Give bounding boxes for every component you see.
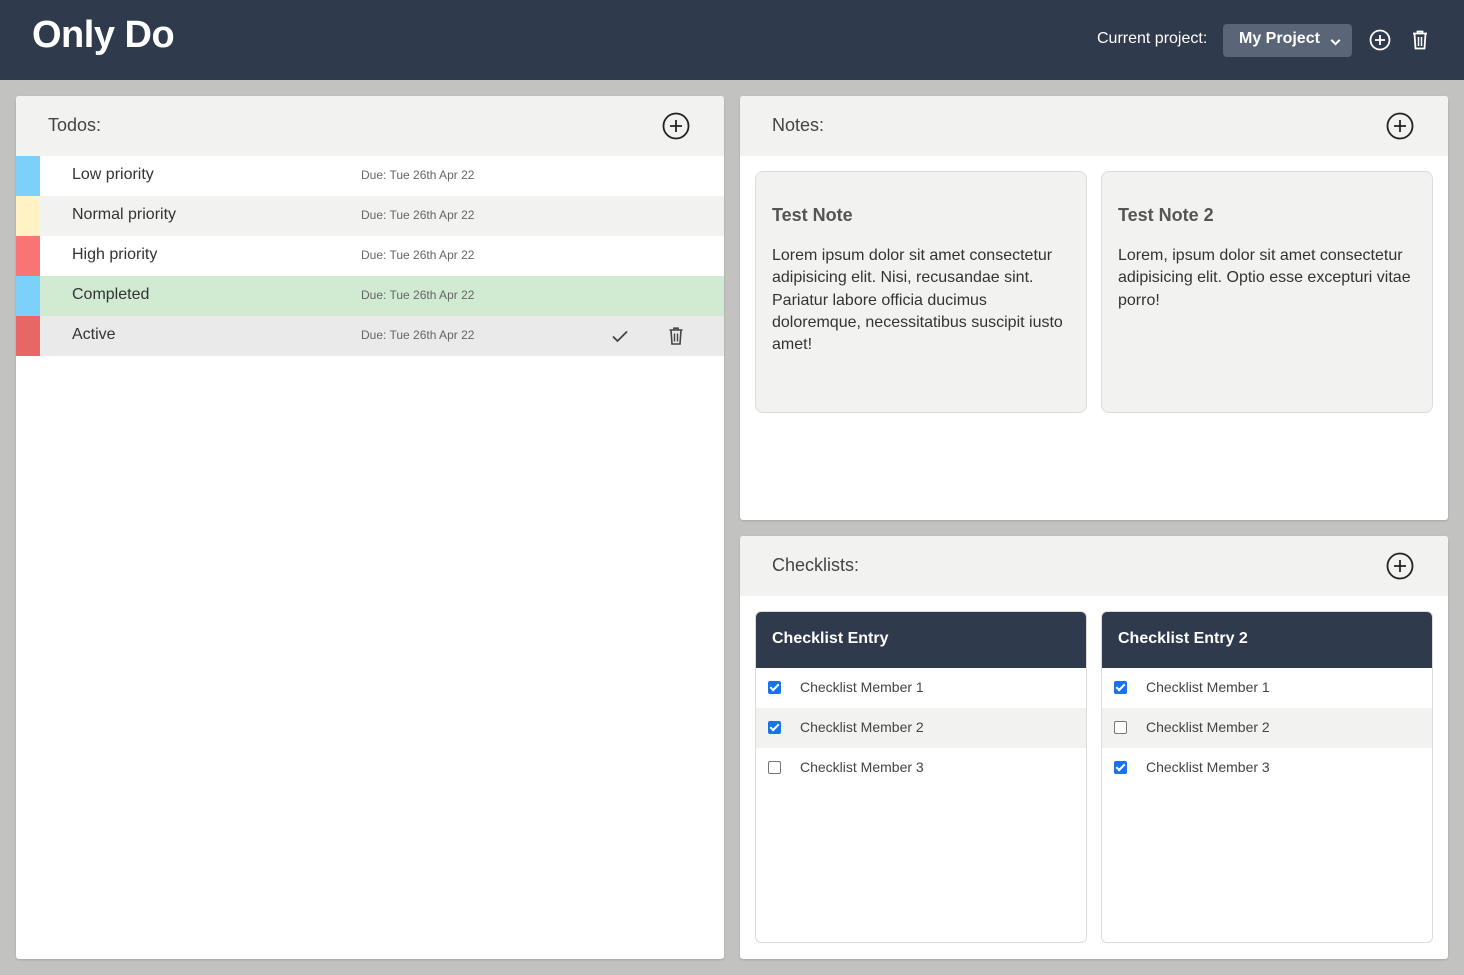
add-project-icon[interactable] [1369, 29, 1391, 51]
checklist-member-label: Checklist Member 3 [1146, 759, 1270, 775]
todo-row[interactable]: Completed Due: Tue 26th Apr 22 [16, 276, 724, 316]
notes-panel: Notes: Test Note Lorem ipsum dolor sit a… [740, 96, 1448, 520]
checklists-panel-header: Checklists: [740, 536, 1448, 596]
todo-due-date: Due: Tue 26th Apr 22 [361, 248, 475, 262]
checklists-title: Checklists: [772, 555, 860, 575]
priority-indicator [16, 316, 40, 356]
note-card[interactable]: Test Note 2 Lorem, ipsum dolor sit amet … [1101, 171, 1433, 413]
todo-due-date: Due: Tue 26th Apr 22 [361, 288, 475, 302]
todos-title: Todos: [48, 115, 102, 135]
checklist-header: Checklist Entry 2 [1102, 612, 1432, 668]
todo-title: Low priority [72, 166, 154, 183]
delete-project-icon[interactable] [1409, 29, 1431, 51]
checklist-member: Checklist Member 3 [1102, 748, 1432, 788]
checklist-member-label: Checklist Member 1 [1146, 679, 1270, 695]
note-body: Lorem, ipsum dolor sit amet consectetur … [1118, 247, 1411, 309]
checklist-member-label: Checklist Member 3 [800, 759, 924, 775]
priority-indicator [16, 196, 40, 236]
note-title: Test Note 2 [1118, 205, 1214, 225]
todo-due-date: Due: Tue 26th Apr 22 [361, 208, 475, 222]
note-body: Lorem ipsum dolor sit amet consectetur a… [772, 247, 1063, 354]
add-checklist-icon[interactable] [1386, 552, 1414, 580]
top-bar: Only Do Current project: My Project [0, 0, 1464, 80]
checklist-title: Checklist Entry 2 [1118, 630, 1248, 647]
note-card[interactable]: Test Note Lorem ipsum dolor sit amet con… [755, 171, 1087, 413]
checkbox-checked[interactable] [768, 721, 781, 734]
project-select-value: My Project [1239, 30, 1320, 47]
project-select[interactable]: My Project [1223, 24, 1352, 57]
checklist-header: Checklist Entry [756, 612, 1086, 668]
todos-panel-header: Todos: [16, 96, 724, 156]
checkbox-unchecked[interactable] [1114, 721, 1127, 734]
checkbox-checked[interactable] [1114, 761, 1127, 774]
note-title: Test Note [772, 205, 853, 225]
app-title: Only Do [32, 14, 175, 56]
checklists-panel: Checklists: Checklist Entry Checklist Mem… [740, 536, 1448, 959]
delete-todo-icon[interactable] [666, 326, 686, 346]
todos-panel: Todos: Low priority Due: Tue 26th Apr 22 N… [16, 96, 724, 959]
checkbox-checked[interactable] [1114, 681, 1127, 694]
notes-panel-header: Notes: [740, 96, 1448, 156]
checklist-member: Checklist Member 2 [1102, 708, 1432, 748]
todo-title: High priority [72, 246, 158, 263]
checklist-member-label: Checklist Member 2 [1146, 719, 1270, 735]
checklist-member: Checklist Member 3 [756, 748, 1086, 788]
todo-due-date: Due: Tue 26th Apr 22 [361, 328, 475, 342]
priority-indicator [16, 156, 40, 196]
checklist-member-label: Checklist Member 2 [800, 719, 924, 735]
todo-row[interactable]: High priority Due: Tue 26th Apr 22 [16, 236, 724, 276]
todo-title: Completed [72, 286, 150, 303]
checkbox-checked[interactable] [768, 681, 781, 694]
todo-row[interactable]: Low priority Due: Tue 26th Apr 22 [16, 156, 724, 196]
checklist-card: Checklist Entry Checklist Member 1 Checkli… [755, 611, 1087, 943]
todo-row[interactable]: Active Due: Tue 26th Apr 22 [16, 316, 724, 356]
current-project-label: Current project: [1097, 30, 1208, 47]
todo-title: Normal priority [72, 206, 177, 223]
checkbox-unchecked[interactable] [768, 761, 781, 774]
checklist-card: Checklist Entry 2 Checklist Member 1 Check… [1101, 611, 1433, 943]
checklist-member: Checklist Member 1 [1102, 668, 1432, 708]
chevron-down-icon [1330, 35, 1341, 46]
add-note-icon[interactable] [1386, 112, 1414, 140]
notes-title: Notes: [772, 115, 825, 135]
add-todo-icon[interactable] [662, 112, 690, 140]
complete-todo-icon[interactable] [610, 326, 630, 346]
priority-indicator [16, 276, 40, 316]
todo-due-date: Due: Tue 26th Apr 22 [361, 168, 475, 182]
todo-row[interactable]: Normal priority Due: Tue 26th Apr 22 [16, 196, 724, 236]
priority-indicator [16, 236, 40, 276]
checklist-title: Checklist Entry [772, 630, 889, 647]
todo-title: Active [72, 326, 116, 343]
checklist-member: Checklist Member 2 [756, 708, 1086, 748]
checklist-member-label: Checklist Member 1 [800, 679, 924, 695]
checklist-member: Checklist Member 1 [756, 668, 1086, 708]
